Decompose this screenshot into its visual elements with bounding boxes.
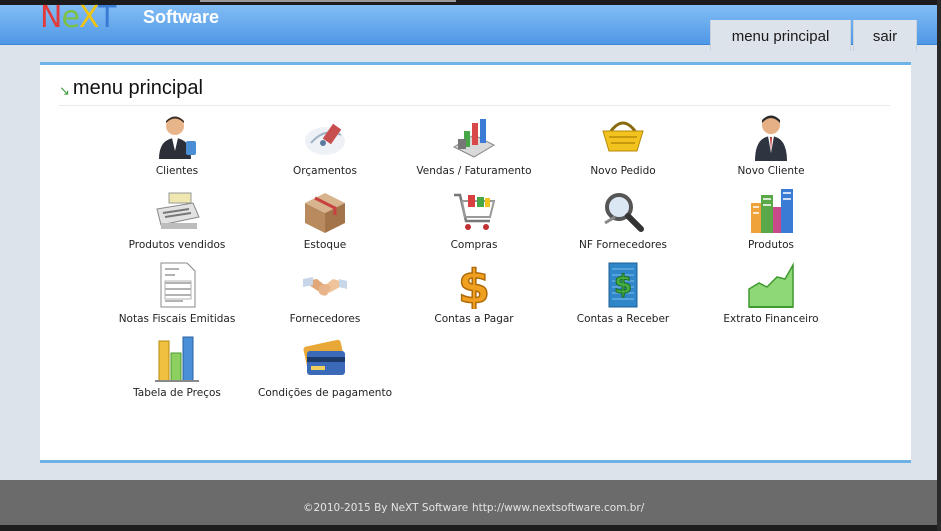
cash-register-icon	[156, 192, 200, 229]
dollar-sign-icon: $	[457, 261, 491, 309]
menu-item-label: Orçamentos	[293, 165, 357, 177]
menu-item-estoque[interactable]: Estoque	[250, 187, 400, 251]
shopping-cart-icon	[454, 193, 496, 230]
menu-item-produtos-vendidos[interactable]: Produtos vendidos	[102, 187, 252, 251]
browser-bottom-strip	[0, 525, 941, 531]
stock-box-icon	[305, 193, 345, 233]
nav-sair[interactable]: sair	[853, 20, 917, 51]
quote-document-icon	[305, 123, 345, 155]
handshake-icon	[303, 277, 347, 296]
menu-item-label: Compras	[450, 239, 498, 251]
page-footer: ©2010-2015 By NeXT Software http://www.n…	[0, 480, 941, 525]
shopping-basket-icon	[602, 121, 644, 152]
menu-item-notas-fiscais-emitidas[interactable]: Notas Fiscais Emitidas	[102, 261, 252, 325]
menu-item-label: NF Fornecedores	[579, 239, 667, 251]
main-panel: ↘ menu principal Clientes Orçamentos Vend…	[40, 62, 911, 463]
logo-product-word: Software	[143, 7, 220, 27]
logo-letter: e	[61, 0, 79, 35]
menu-item-label: Tabela de Preços	[133, 387, 221, 399]
page-title: ↘ menu principal	[59, 77, 203, 100]
title-divider	[59, 105, 890, 106]
menu-item-label: Estoque	[303, 239, 347, 251]
bar-chart-icon	[155, 336, 199, 382]
app-header: NeXT Software menu principal sair	[0, 0, 941, 51]
page-title-text: menu principal	[72, 77, 203, 99]
svg-text:$: $	[614, 270, 632, 300]
menu-item-label: Notas Fiscais Emitidas	[118, 313, 236, 325]
menu-item-label: Extrato Financeiro	[723, 313, 819, 325]
menu-item-nf-fornecedores[interactable]: NF Fornecedores	[548, 187, 698, 251]
magnifier-icon	[604, 193, 644, 232]
menu-item-label: Contas a Receber	[576, 313, 670, 325]
menu-item-extrato-financeiro[interactable]: Extrato Financeiro	[696, 261, 846, 325]
menu-item-contas-a-receber[interactable]: $ Contas a Receber	[548, 261, 698, 325]
buildings-icon	[751, 189, 793, 233]
nav-menu-principal[interactable]: menu principal	[710, 20, 851, 51]
logo-letter: X	[78, 0, 99, 35]
new-client-icon	[755, 115, 787, 161]
browser-tab-edge	[200, 0, 456, 2]
area-chart-icon	[748, 262, 794, 308]
menu-item-label: Vendas / Faturamento	[416, 165, 532, 177]
client-person-icon	[159, 116, 196, 159]
menu-item-contas-a-pagar[interactable]: $ Contas a Pagar	[399, 261, 549, 325]
menu-item-label: Clientes	[155, 165, 199, 177]
menu-item-compras[interactable]: Compras	[399, 187, 549, 251]
svg-text:$: $	[458, 261, 490, 309]
sales-chart-icon	[452, 119, 496, 158]
dollar-building-icon: $	[608, 262, 638, 308]
menu-item-label: Produtos vendidos	[128, 239, 226, 251]
logo-letter: T	[97, 0, 116, 35]
menu-item-tabela-de-precos[interactable]: Tabela de Preços	[102, 335, 252, 399]
invoice-form-icon	[160, 262, 196, 308]
menu-item-novo-pedido[interactable]: Novo Pedido	[548, 113, 698, 177]
menu-item-vendas-faturamento[interactable]: Vendas / Faturamento	[399, 113, 549, 177]
footer-copyright: ©2010-2015 By NeXT Software	[303, 502, 469, 514]
menu-item-label: Novo Pedido	[590, 165, 656, 177]
menu-item-condicoes-de-pagamento[interactable]: Condições de pagamento	[250, 335, 400, 399]
menu-item-fornecedores[interactable]: Fornecedores	[250, 261, 400, 325]
menu-item-orcamentos[interactable]: Orçamentos	[250, 113, 400, 177]
credit-cards-icon	[303, 339, 345, 375]
menu-item-label: Novo Cliente	[737, 165, 805, 177]
next-logo: NeXT	[40, 0, 116, 35]
menu-item-novo-cliente[interactable]: Novo Cliente	[696, 113, 846, 177]
window-right-edge	[937, 0, 941, 531]
menu-item-label: Contas a Pagar	[434, 313, 514, 325]
arrow-down-right-icon: ↘	[59, 83, 70, 98]
menu-item-label: Produtos	[748, 239, 794, 251]
menu-item-clientes[interactable]: Clientes	[102, 113, 252, 177]
footer-url-link[interactable]: http://www.nextsoftware.com.br/	[472, 502, 644, 514]
menu-item-produtos[interactable]: Produtos	[696, 187, 846, 251]
menu-item-label: Condições de pagamento	[257, 387, 392, 399]
menu-item-label: Fornecedores	[289, 313, 361, 325]
logo-letter: N	[40, 0, 62, 35]
